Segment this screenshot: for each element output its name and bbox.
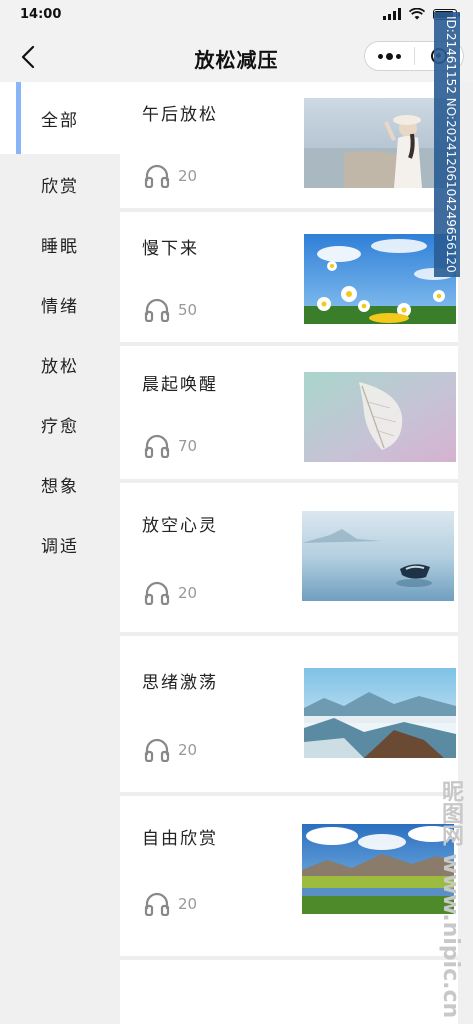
headphones-icon — [144, 738, 170, 762]
listen-count-value: 50 — [178, 301, 198, 319]
listen-count-value: 20 — [178, 584, 198, 602]
sidebar-item-healing[interactable]: 疗愈 — [0, 394, 120, 454]
sidebar-item-adjust[interactable]: 调适 — [0, 514, 120, 574]
list-item[interactable]: 午后放松 20 — [120, 82, 458, 212]
watermark-site: 昵图网 www.nipic.cn — [438, 780, 463, 1019]
item-title: 晨起唤醒 — [142, 375, 218, 395]
headphones-icon — [144, 298, 170, 322]
grassland-lake-mountains-image — [302, 824, 454, 914]
sidebar-item-label: 全部 — [41, 110, 79, 131]
boat-on-misty-lake-image — [302, 511, 454, 601]
sidebar-item-sleep[interactable]: 睡眠 — [0, 214, 120, 274]
item-title: 放空心灵 — [142, 516, 218, 536]
translucent-leaf-image — [304, 372, 456, 462]
sidebar-item-all[interactable]: 全部 — [0, 82, 120, 154]
list-item[interactable]: 自由欣赏 20 — [120, 796, 458, 960]
sidebar-item-label: 情绪 — [41, 296, 79, 317]
listen-count: 20 — [144, 581, 197, 605]
item-title: 思绪激荡 — [142, 673, 218, 693]
listen-count-value: 20 — [178, 895, 198, 913]
headphones-icon — [144, 581, 170, 605]
nav-bar: 放松减压 — [0, 32, 473, 82]
headphones-icon — [144, 434, 170, 458]
watermark-id: ID:21461152 NO:20241206104249656120 — [434, 12, 460, 277]
list-item[interactable]: 晨起唤醒 70 — [120, 346, 458, 483]
item-title: 午后放松 — [142, 105, 218, 125]
headphones-icon — [144, 892, 170, 916]
listen-count: 70 — [144, 434, 197, 458]
sidebar-item-label: 睡眠 — [41, 236, 79, 257]
audio-list: 午后放松 20 慢下来 50 晨起唤醒 70 放空心灵 20 思绪激荡 20 自… — [120, 82, 458, 1024]
headphones-icon — [144, 164, 170, 188]
more-dot-icon — [396, 53, 401, 59]
more-dot-icon — [378, 53, 383, 59]
sidebar-item-appreciate[interactable]: 欣赏 — [0, 154, 120, 214]
status-bar: 14:00 — [0, 0, 473, 32]
sidebar-item-relax[interactable]: 放松 — [0, 334, 120, 394]
sidebar-item-mood[interactable]: 情绪 — [0, 274, 120, 334]
sidebar-item-label: 放松 — [41, 356, 79, 377]
wifi-icon — [409, 8, 425, 20]
listen-count: 20 — [144, 738, 197, 762]
status-time: 14:00 — [20, 7, 62, 22]
sidebar-item-label: 想象 — [41, 476, 79, 497]
list-item[interactable]: 思绪激荡 20 — [120, 636, 458, 796]
more-dot-icon — [386, 52, 393, 60]
mountains-above-clouds-image — [304, 668, 456, 758]
sidebar-item-label: 疗愈 — [41, 416, 79, 437]
listen-count: 20 — [144, 164, 197, 188]
sidebar-item-label: 调适 — [41, 536, 79, 557]
sidebar-item-label: 欣赏 — [41, 176, 79, 197]
listen-count-value: 70 — [178, 437, 198, 455]
more-button[interactable] — [365, 42, 414, 70]
item-title: 自由欣赏 — [142, 829, 218, 849]
sidebar-item-imagine[interactable]: 想象 — [0, 454, 120, 514]
item-title: 慢下来 — [142, 239, 199, 259]
listen-count: 50 — [144, 298, 197, 322]
signal-icon — [383, 8, 401, 20]
list-item[interactable]: 放空心灵 20 — [120, 483, 458, 636]
list-item-partial — [120, 960, 458, 1024]
category-sidebar: 全部 欣赏 睡眠 情绪 放松 疗愈 想象 调适 — [0, 82, 120, 1024]
list-item[interactable]: 慢下来 50 — [120, 212, 458, 346]
listen-count-value: 20 — [178, 741, 198, 759]
listen-count-value: 20 — [178, 167, 198, 185]
listen-count: 20 — [144, 892, 197, 916]
